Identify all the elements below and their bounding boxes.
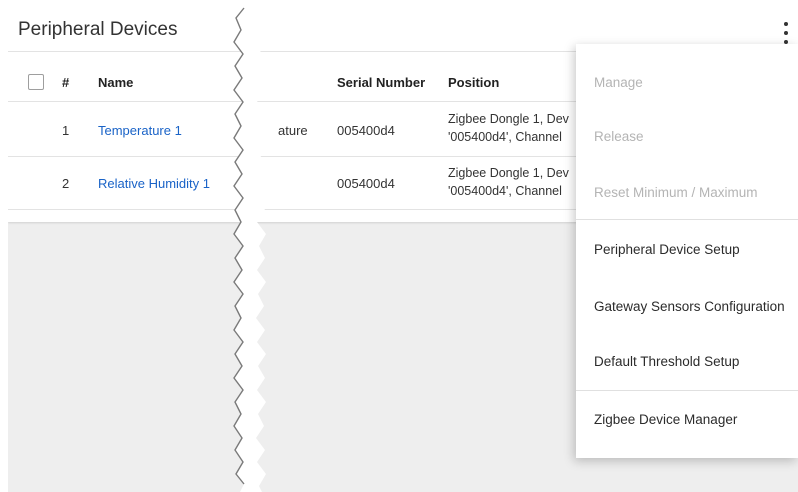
torn-edge-divider	[233, 0, 268, 492]
serial-number-cell: 005400d4	[337, 176, 395, 191]
column-header-index[interactable]: #	[62, 75, 69, 90]
position-line: '005400d4', Channel	[448, 184, 562, 198]
menu-item-manage[interactable]: Manage	[576, 62, 798, 102]
position-cell: Zigbee Dongle 1, Dev '005400d4', Channel	[448, 110, 569, 146]
menu-item-release[interactable]: Release	[576, 116, 798, 156]
position-line: Zigbee Dongle 1, Dev	[448, 112, 569, 126]
serial-number-cell: 005400d4	[337, 123, 395, 138]
device-name-link[interactable]: Relative Humidity 1	[98, 176, 210, 191]
row-index: 2	[62, 176, 70, 191]
position-line: '005400d4', Channel	[448, 130, 562, 144]
context-menu: Manage Release Reset Minimum / Maximum P…	[576, 44, 798, 458]
position-line: Zigbee Dongle 1, Dev	[448, 166, 569, 180]
column-header-serial-number[interactable]: Serial Number	[337, 75, 425, 90]
row-index: 1	[62, 123, 70, 138]
menu-divider	[576, 390, 798, 391]
menu-item-reset-min-max[interactable]: Reset Minimum / Maximum	[576, 172, 798, 212]
column-header-position[interactable]: Position	[448, 75, 499, 90]
menu-item-zigbee-device-manager[interactable]: Zigbee Device Manager	[576, 399, 798, 439]
menu-item-default-threshold-setup[interactable]: Default Threshold Setup	[576, 341, 798, 381]
menu-item-peripheral-device-setup[interactable]: Peripheral Device Setup	[576, 229, 798, 269]
select-all-checkbox[interactable]	[28, 74, 44, 90]
card-title: Peripheral Devices	[18, 19, 178, 40]
menu-divider	[576, 219, 798, 220]
menu-item-gateway-sensors-configuration[interactable]: Gateway Sensors Configuration	[576, 286, 798, 326]
device-type-cell: ature	[278, 123, 308, 138]
position-cell: Zigbee Dongle 1, Dev '005400d4', Channel	[448, 164, 569, 200]
device-name-link[interactable]: Temperature 1	[98, 123, 182, 138]
column-header-name[interactable]: Name	[98, 75, 133, 90]
more-vert-icon[interactable]	[782, 22, 790, 44]
